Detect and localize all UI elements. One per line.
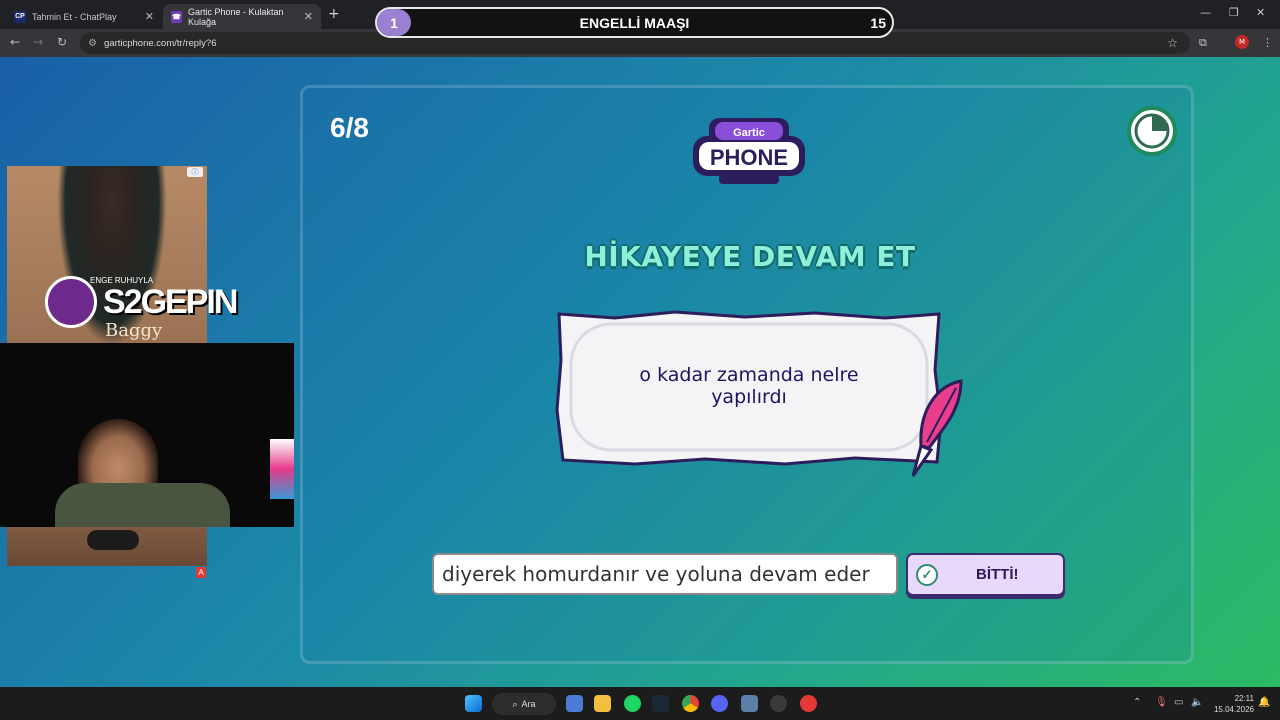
close-window-icon[interactable]: ✕ (1256, 6, 1265, 19)
story-answer-input[interactable]: diyerek homurdanır ve yoluna devam eder (432, 553, 898, 595)
clock-date: 15.04.2026 (1213, 705, 1254, 714)
brand-text: S2GEPIN (103, 283, 238, 321)
prompt-text: o kadar zamanda nelre yapılırdı (639, 364, 859, 408)
app-icon[interactable] (741, 695, 758, 712)
tray-chevron-icon[interactable]: ⌃ (1133, 697, 1141, 708)
youtube-icon[interactable] (800, 695, 817, 712)
close-tab-icon[interactable]: ✕ (304, 10, 313, 23)
stream-title-bar: 1 ENGELLİ MAAŞI 15 (375, 7, 894, 38)
minimize-icon[interactable]: — (1200, 6, 1211, 19)
menu-icon[interactable]: ⋮ (1262, 36, 1273, 49)
streamer-body-image (55, 483, 230, 527)
discord-icon[interactable] (711, 695, 728, 712)
gartic-favicon-icon: ☎ (171, 10, 183, 23)
site-info-icon[interactable]: ⚙ (88, 38, 97, 49)
tab-chatplay[interactable]: CP Tahmin Et - ChatPlay ✕ (6, 4, 162, 29)
ad-shoe-image (87, 530, 139, 550)
streamer-brand-logo: ENGE RUHUYLA S2GEPIN Baggy (45, 268, 238, 341)
restore-icon[interactable]: ❐ (1229, 6, 1239, 19)
ad-info-icon[interactable]: ⓘ (187, 167, 203, 177)
left-number-badge: 1 (377, 9, 411, 36)
spotify-icon[interactable] (624, 695, 641, 712)
check-icon: ✓ (916, 563, 938, 586)
ad-badge: A (196, 567, 206, 578)
logo-top-text: Gartic (733, 127, 765, 139)
tab-title: Gartic Phone - Kulaktan Kulağa (188, 6, 284, 27)
taskbar-clock[interactable]: 22:11 15.04.2026 (1208, 693, 1254, 715)
done-button-label: BİTTİ! (976, 566, 1019, 583)
taskbar-search[interactable]: ⌕ Ara (492, 693, 556, 715)
new-tab-button[interactable]: + (328, 6, 340, 22)
obs-icon[interactable] (770, 695, 787, 712)
clock-time: 22:11 (1234, 694, 1254, 703)
round-counter: 6/8 (330, 112, 369, 143)
brand-sub-text: Baggy (105, 320, 163, 341)
microphone-icon[interactable]: 🎙 (1155, 697, 1168, 708)
logo-main-text: PHONE (710, 145, 788, 170)
network-icon[interactable]: ▭ (1174, 697, 1183, 708)
steam-icon[interactable] (652, 695, 669, 712)
tab-title: Tahmin Et - ChatPlay (32, 11, 117, 22)
search-label: Ara (521, 699, 536, 709)
file-explorer-icon[interactable] (594, 695, 611, 712)
forward-icon[interactable]: → (33, 35, 43, 49)
profile-avatar[interactable]: M (1235, 35, 1249, 49)
chatplay-favicon-icon: CP (14, 10, 26, 23)
back-icon[interactable]: ← (10, 35, 20, 49)
windows-start-icon[interactable] (465, 695, 482, 712)
webcam-panel (0, 343, 294, 527)
timer-clock-icon (1127, 106, 1177, 156)
stream-title: ENGELLİ MAAŞI (579, 14, 690, 31)
tab-gartic-phone[interactable]: ☎ Gartic Phone - Kulaktan Kulağa ✕ (163, 4, 321, 29)
page-heading: HİKAYEYE DEVAM ET (584, 240, 916, 273)
done-button[interactable]: ✓ BİTTİ! (906, 553, 1065, 596)
taskbar: ⌕ Ara ⌃ 🎙 ▭ 🔈 22:11 15.04.2026 🔔 (0, 687, 1280, 720)
rgb-light-image (270, 439, 294, 499)
notification-icon[interactable]: 🔔 (1258, 697, 1270, 708)
close-tab-icon[interactable]: ✕ (145, 10, 154, 23)
search-icon: ⌕ (512, 698, 518, 709)
volume-icon[interactable]: 🔈 (1191, 697, 1203, 708)
chrome-icon[interactable] (682, 695, 699, 712)
right-number: 15 (870, 14, 886, 31)
bookmark-star-icon[interactable]: ☆ (1167, 36, 1178, 50)
store-icon[interactable] (566, 695, 583, 712)
url-text: garticphone.com/tr/reply?6 (104, 37, 217, 49)
game-card: 6/8 Gartic PHONE HİKAYEYE DEVAM ET o kad… (300, 85, 1194, 664)
gartic-phone-logo: Gartic PHONE (693, 118, 805, 184)
extensions-icon[interactable]: ⧉ (1199, 36, 1207, 50)
feather-quill-icon (911, 379, 963, 477)
reload-icon[interactable]: ↻ (57, 35, 67, 49)
